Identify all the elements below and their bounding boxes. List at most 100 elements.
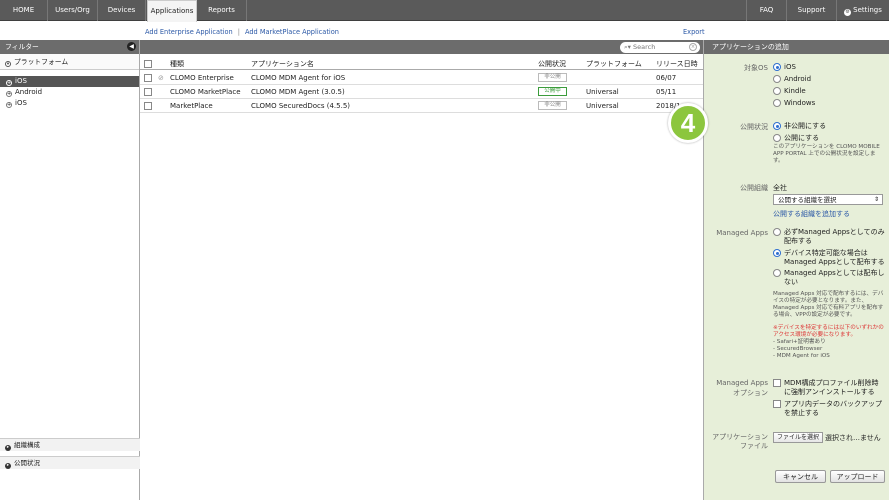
col-release-date[interactable]: リリース日時 (656, 59, 698, 69)
col-app-name[interactable]: アプリケーション名 (251, 59, 314, 69)
expand-icon: ▸ (5, 445, 11, 451)
publish-option-private[interactable]: 非公開にする (773, 122, 885, 131)
search-input[interactable]: ⌕▾ Search × (620, 42, 700, 53)
option-force-uninstall[interactable]: MDM構成プロファイル削除時に強制アンインストールする (773, 379, 885, 396)
os-option-kindle[interactable]: Kindle (773, 87, 885, 96)
choose-file-button[interactable]: ファイルを選択 (773, 432, 824, 443)
collapse-sidebar-icon[interactable]: ◀ (127, 42, 136, 51)
radio-selected-icon (773, 122, 781, 130)
export-link[interactable]: Export (683, 28, 705, 36)
row-checkbox[interactable] (144, 88, 152, 96)
add-application-panel: アプリケーションの追加 対象OS iOS Android Kindle Wind… (703, 40, 889, 500)
org-select[interactable]: 公開する組織を選択 ⇕ (773, 194, 883, 205)
radio-icon (773, 99, 781, 107)
gear-icon: ⚙ (844, 9, 852, 16)
os-option-label: iOS (784, 63, 796, 71)
col-platform[interactable]: プラットフォーム (586, 59, 642, 69)
table-row[interactable]: CLOMO MarketPlace CLOMO MDM Agent (3.0.5… (140, 85, 703, 99)
checkbox (773, 379, 781, 387)
status-badge: 非公開 (538, 101, 567, 110)
managed-note-item: - SecuredBrowser (773, 346, 823, 352)
cell-platform: Universal (586, 88, 619, 96)
managed-note: Managed Apps 対応で配布するには、デバイスの特定が必要となります。ま… (773, 291, 884, 318)
nav-devices[interactable]: Devices (98, 0, 146, 21)
col-publish-status[interactable]: 公開状況 (538, 59, 566, 69)
add-marketplace-app-link[interactable]: Add MarketPlace Application (245, 28, 339, 36)
os-option-ios[interactable]: iOS (773, 63, 885, 72)
platform-section-header[interactable]: ▾ プラットフォーム (0, 54, 139, 70)
nav-applications[interactable]: Applications (147, 0, 197, 22)
expand-icon: + (6, 102, 12, 108)
panel-title: アプリケーションの追加 (704, 40, 889, 54)
cell-platform: Universal (586, 102, 619, 110)
row-checkbox[interactable] (144, 74, 152, 82)
radio-icon (773, 87, 781, 95)
add-org-link[interactable]: 公開する組織を追加する (773, 209, 850, 219)
radio-icon (773, 228, 781, 236)
org-value: 全社 (773, 184, 787, 192)
filter-header: フィルター ◀ (0, 40, 139, 54)
radio-icon (773, 269, 781, 277)
os-option-windows[interactable]: Windows (773, 99, 885, 108)
select-all-checkbox[interactable] (144, 60, 152, 68)
radio-icon (773, 75, 781, 83)
action-links: Add Enterprise Application | Add MarketPla… (145, 28, 339, 36)
top-nav-bar: HOME Users/Org Devices Applications Repo… (0, 0, 889, 22)
sidebar-item-ios-selected[interactable]: + iOS (0, 76, 139, 87)
nav-settings[interactable]: ⚙ Settings (836, 0, 889, 21)
table-row[interactable]: ⊘ CLOMO Enterprise CLOMO MDM Agent for i… (140, 71, 703, 85)
nav-home[interactable]: HOME (0, 0, 48, 21)
cancel-button[interactable]: キャンセル (775, 470, 826, 483)
publish-status-label: 公開状況 (14, 459, 40, 467)
os-option-android[interactable]: Android (773, 75, 885, 84)
search-icon: ⌕▾ (624, 43, 631, 51)
sidebar-item-ios[interactable]: + iOS (0, 98, 139, 109)
managed-option-only[interactable]: 必ずManaged Appsとしてのみ配布する (773, 228, 885, 245)
platform-section-label: プラットフォーム (14, 58, 69, 66)
table-toolbar (140, 40, 703, 54)
os-option-label: Android (784, 75, 812, 83)
upload-button[interactable]: アップロード (830, 470, 885, 483)
link-separator: | (237, 28, 240, 36)
nav-reports[interactable]: Reports (197, 0, 247, 21)
publish-option-label: 公開にする (784, 134, 820, 142)
cell-app-name[interactable]: CLOMO MDM Agent (3.0.5) (251, 88, 345, 96)
table-row[interactable]: MarketPlace CLOMO SecuredDocs (4.5.5) 非公… (140, 99, 703, 113)
cell-app-name[interactable]: CLOMO SecuredDocs (4.5.5) (251, 102, 350, 110)
filter-title: フィルター (5, 43, 39, 51)
sidebar-item-label: Android (15, 88, 43, 96)
os-option-label: Kindle (784, 87, 806, 95)
managed-option-label: 必ずManaged Appsとしてのみ配布する (784, 228, 885, 245)
publish-note: このアプリケーションを CLOMO MOBILE APP PORTAL 上での公… (773, 144, 880, 164)
add-enterprise-app-link[interactable]: Add Enterprise Application (145, 28, 233, 36)
cell-app-name[interactable]: CLOMO MDM Agent for iOS (251, 74, 345, 82)
collapse-icon: ▾ (5, 61, 11, 67)
managed-option-none[interactable]: Managed Appsとしては配布しない (773, 269, 885, 286)
managed-note-item: - MDM Agent for iOS (773, 353, 830, 359)
expand-icon: + (6, 91, 12, 97)
disabled-icon: ⊘ (158, 74, 164, 82)
status-badge: 非公開 (538, 73, 567, 82)
managed-options-label: Managed Apps (716, 379, 768, 387)
col-type[interactable]: 種類 (170, 59, 184, 69)
publish-status-section[interactable]: ▸ 公開状況 (0, 456, 140, 469)
publish-option-public[interactable]: 公開にする (773, 134, 885, 143)
clear-search-icon[interactable]: × (689, 43, 697, 51)
managed-option-if-identifiable[interactable]: デバイス特定可能な場合はManaged Appsとして配布する (773, 249, 885, 266)
cell-type: MarketPlace (170, 102, 213, 110)
nav-users-org[interactable]: Users/Org (48, 0, 98, 21)
sidebar-item-label: iOS (15, 77, 27, 85)
managed-option-label: デバイス特定可能な場合はManaged Appsとして配布する (784, 249, 885, 266)
managed-option-label: Managed Appsとしては配布しない (784, 269, 885, 286)
org-structure-section[interactable]: ▸ 組織構成 (0, 438, 140, 451)
expand-icon: + (6, 80, 12, 86)
option-disable-backup[interactable]: アプリ内データのバックアップを禁止する (773, 400, 885, 417)
os-option-label: Windows (784, 99, 816, 107)
sidebar-item-label: iOS (15, 99, 27, 107)
nav-faq[interactable]: FAQ (746, 0, 786, 21)
row-checkbox[interactable] (144, 102, 152, 110)
nav-support[interactable]: Support (786, 0, 836, 21)
cell-type: CLOMO Enterprise (170, 74, 234, 82)
expand-icon: ▸ (5, 463, 11, 469)
sidebar-item-android[interactable]: + Android (0, 87, 139, 98)
